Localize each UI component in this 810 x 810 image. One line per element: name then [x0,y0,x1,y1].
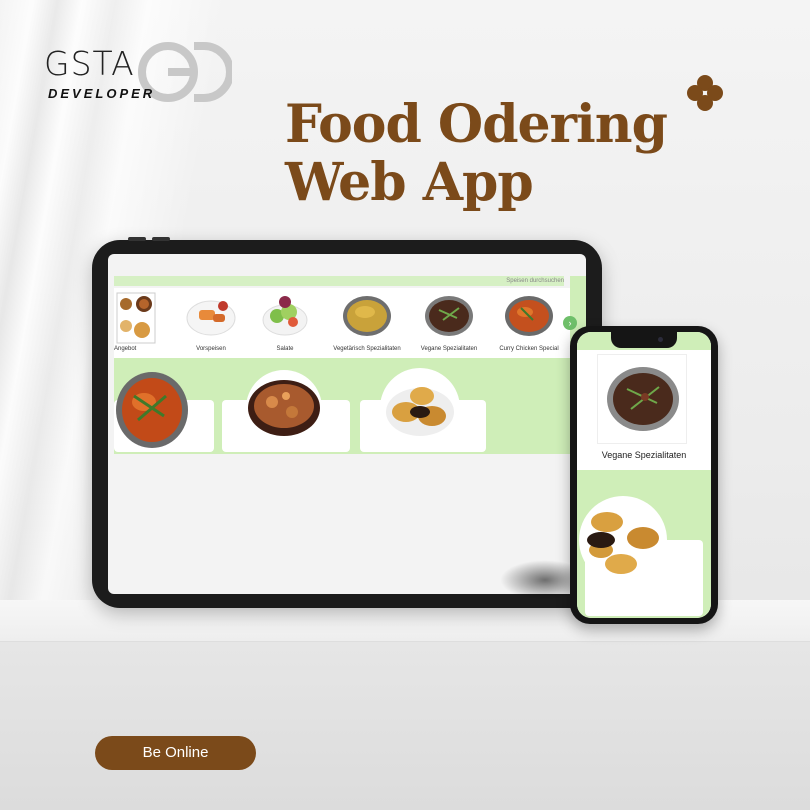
curry-dish-image [116,372,188,448]
pakora-dish-image [579,496,667,584]
category-label: Curry Chicken Special [499,346,559,352]
category-label: Vegane Spezialitaten [601,450,687,460]
title-line-1: Food Odering [285,94,668,155]
camera-icon [658,337,663,342]
salad-icon [262,296,308,336]
category-vorspeisen[interactable]: Vorspeisen [176,288,246,358]
category-angebot[interactable]: Angebot [114,288,158,358]
curry-bowl-icon [505,296,553,336]
category-card[interactable] [597,354,687,444]
curry-bowl-icon [425,296,473,336]
curry-bowl-icon [607,367,679,431]
category-label: Salate [276,346,294,352]
clover-icon [687,75,723,111]
floor [0,642,810,810]
phone-notch [611,332,677,348]
category-label: Vegetärisch Spezialitaten [333,346,401,352]
tablet-device: Speisen durchsuchen Angebot Vorspeisen S… [92,237,602,608]
tablet-volume-button [128,237,146,241]
category-vegetarisch[interactable]: Vegetärisch Spezialitaten [332,288,402,358]
search-link[interactable]: Speisen durchsuchen [506,276,564,286]
page-title: Food Odering Web App [285,96,685,212]
category-curry-chicken[interactable]: Curry Chicken Special [494,288,564,358]
chevron-right-icon[interactable]: › [563,316,577,330]
plate-icon [186,300,236,336]
tablet-power-button [152,237,170,241]
curry-bowl-icon [343,296,391,336]
phone-screen: Vegane Spezialitaten [577,332,711,618]
category-label: Angebot [114,346,137,352]
tablet-screen: Speisen durchsuchen Angebot Vorspeisen S… [108,254,586,594]
category-label: Vegane Spezialitaten [420,346,478,352]
platter-icon [116,292,156,344]
logo-text: GSTA [44,44,135,83]
phone-device: Vegane Spezialitaten [570,326,718,624]
category-carousel: Angebot Vorspeisen Salate Vegetärisch Sp… [114,288,570,358]
app-top-bar [114,276,564,286]
title-line-2: Web App [285,152,534,213]
pakora-dish-image [380,368,460,448]
brand-logo: GSTA DEVELOPER [44,42,244,104]
chicken-dish-image [246,370,322,446]
be-online-button[interactable]: Be Online [95,736,256,770]
logo-subtext: DEVELOPER [48,86,156,101]
category-salate[interactable]: Salate [250,288,320,358]
category-vegane[interactable]: Vegane Spezialitaten [414,288,484,358]
